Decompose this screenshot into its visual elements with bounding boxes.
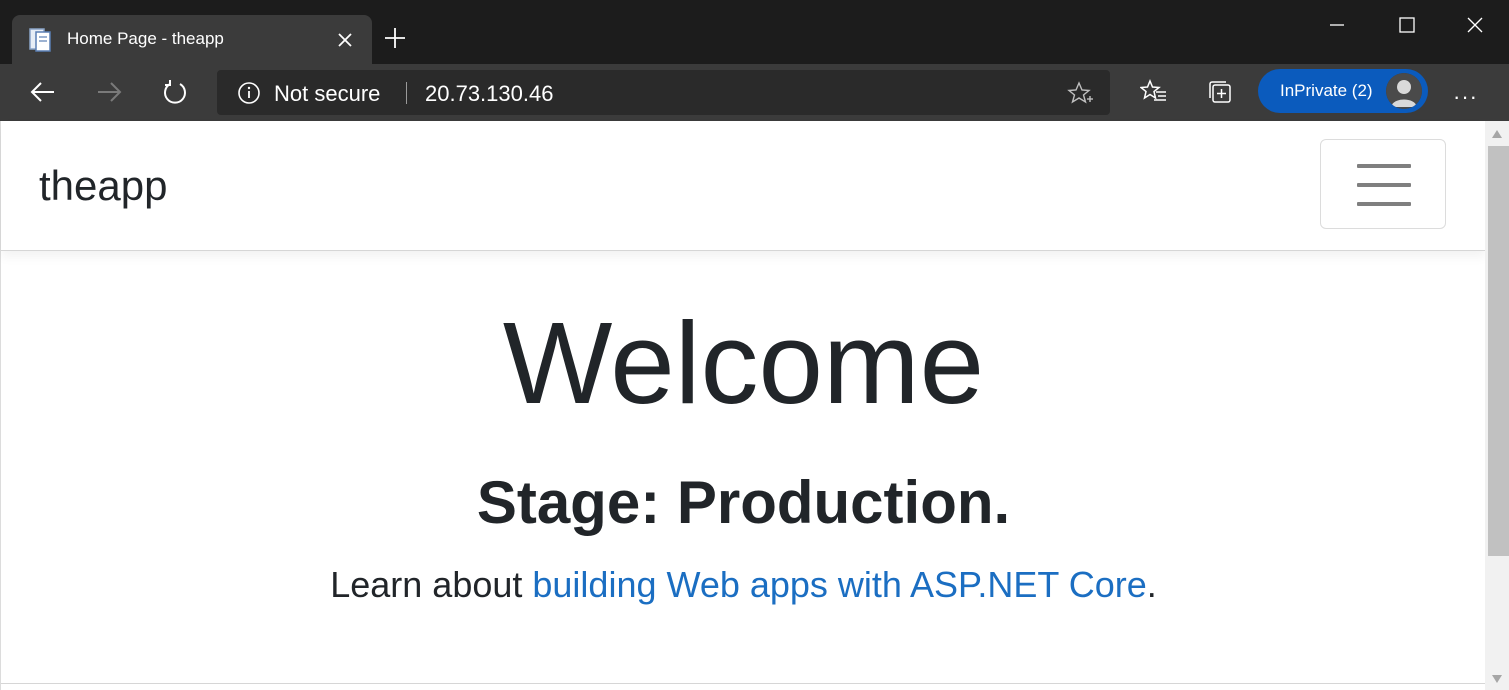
url-text[interactable]: 20.73.130.46 [425, 81, 553, 107]
learn-prefix: Learn about [330, 564, 533, 605]
arrow-right-icon[interactable] [95, 78, 123, 106]
site-navbar: theapp [1, 121, 1486, 251]
learn-paragraph: Learn about building Web apps with ASP.N… [1, 567, 1486, 603]
collections-icon[interactable] [1206, 78, 1234, 106]
page-viewport: theapp Welcome Stage: Production. Learn … [0, 121, 1486, 690]
security-label[interactable]: Not secure [274, 81, 380, 107]
page-icon [29, 28, 51, 52]
hamburger-icon [1357, 164, 1411, 168]
hamburger-icon [1357, 183, 1411, 187]
scrollbar-thumb[interactable] [1488, 146, 1509, 556]
scroll-up-icon[interactable] [1491, 129, 1503, 139]
close-icon[interactable] [1465, 15, 1485, 35]
inprivate-label: InPrivate (2) [1280, 81, 1373, 100]
avatar [1386, 73, 1422, 109]
browser-titlebar: Home Page - theapp [0, 0, 1509, 64]
scroll-down-icon[interactable] [1491, 674, 1503, 684]
close-icon[interactable] [334, 29, 356, 51]
navbar-toggler-button[interactable] [1320, 139, 1446, 229]
browser-toolbar: Not secure 20.73.130.46 InPrivate (2) ·· [0, 64, 1509, 121]
star-add-icon[interactable] [1067, 81, 1093, 107]
plus-icon[interactable] [383, 26, 407, 50]
aspnet-docs-link[interactable]: building Web apps with ASP.NET Core [532, 564, 1146, 605]
divider [1, 683, 1486, 684]
learn-suffix: . [1146, 564, 1157, 605]
stage-heading: Stage: Production. [476, 469, 1011, 536]
tab-title: Home Page - theapp [67, 29, 224, 48]
minimize-icon[interactable] [1327, 15, 1347, 35]
page-title: Welcome [502, 298, 985, 428]
address-bar[interactable]: Not secure 20.73.130.46 [217, 70, 1110, 115]
vertical-scrollbar[interactable] [1485, 121, 1509, 690]
brand-link[interactable]: theapp [39, 162, 167, 210]
maximize-icon[interactable] [1397, 15, 1417, 35]
browser-tab-active[interactable]: Home Page - theapp [12, 15, 372, 64]
arrow-left-icon[interactable] [29, 78, 57, 106]
refresh-icon[interactable] [161, 78, 189, 106]
hamburger-icon [1357, 202, 1411, 206]
info-icon[interactable] [237, 81, 261, 105]
divider [406, 82, 407, 104]
more-button[interactable]: ··· [1453, 84, 1478, 110]
inprivate-button[interactable]: InPrivate (2) [1258, 69, 1428, 113]
person-icon [1386, 73, 1422, 109]
favorites-icon[interactable] [1140, 78, 1168, 106]
